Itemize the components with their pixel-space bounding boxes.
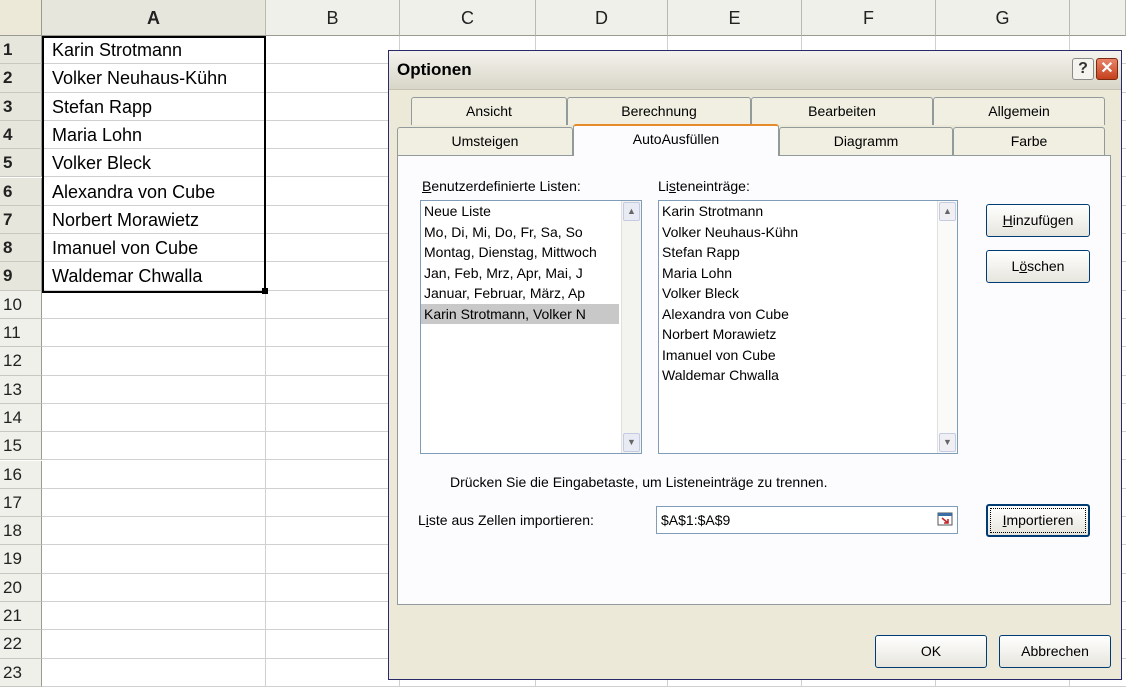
list-entries-label: Listeneinträge: xyxy=(658,178,750,194)
row-header[interactable]: 5 xyxy=(0,149,42,178)
row-header[interactable]: 23 xyxy=(0,658,42,687)
row-header[interactable]: 12 xyxy=(0,347,42,376)
row-header[interactable]: 1 xyxy=(0,36,42,65)
custom-list-item[interactable]: Karin Strotmann, Volker N xyxy=(421,303,619,324)
custom-list-item[interactable]: Januar, Februar, März, Ap xyxy=(421,283,619,304)
row-header[interactable]: 22 xyxy=(0,630,42,659)
import-button[interactable]: Importieren xyxy=(986,504,1090,537)
row-header[interactable]: 21 xyxy=(0,602,42,631)
column-header[interactable]: D xyxy=(536,0,668,36)
row-header[interactable]: 4 xyxy=(0,120,42,150)
list-entry-line: Maria Lohn xyxy=(662,264,733,281)
row-header[interactable]: 19 xyxy=(0,545,42,574)
tab-berechnung[interactable]: Berechnung xyxy=(567,97,751,125)
row-header[interactable]: 17 xyxy=(0,488,42,518)
tab-autoausfuellen[interactable]: AutoAusfüllen xyxy=(573,124,779,156)
list-entry-line: Volker Neuhaus-Kühn xyxy=(662,223,799,240)
autoausfuellen-panel: Benutzerdefinierte Listen: Neue Liste Mo,… xyxy=(397,155,1111,605)
row-header[interactable]: 18 xyxy=(0,517,42,546)
custom-list-item[interactable]: Neue Liste xyxy=(421,201,619,222)
help-button[interactable]: ? xyxy=(1072,58,1094,80)
close-button[interactable]: ✕ xyxy=(1096,58,1118,80)
options-dialog: Optionen ? ✕ Ansicht Berechnung Bearbeit… xyxy=(388,50,1122,680)
column-header[interactable] xyxy=(1070,0,1126,36)
tab-bearbeiten[interactable]: Bearbeiten xyxy=(751,97,933,125)
column-header[interactable]: C xyxy=(400,0,536,36)
row-header[interactable]: 3 xyxy=(0,92,42,121)
fill-handle[interactable] xyxy=(262,287,268,294)
row-header[interactable]: 2 xyxy=(0,64,42,93)
row-header[interactable]: 10 xyxy=(0,290,42,319)
list-entry-line: Volker Bleck xyxy=(662,285,740,301)
delete-button[interactable]: Löschen xyxy=(986,250,1090,283)
row-header[interactable]: 6 xyxy=(0,177,42,206)
custom-lists-label: Benutzerdefinierte Listen: xyxy=(422,178,581,194)
column-header[interactable]: G xyxy=(936,0,1070,36)
custom-lists-listbox[interactable]: Neue Liste Mo, Di, Mi, Do, Fr, Sa, So Mont… xyxy=(420,200,642,454)
ok-button[interactable]: OK xyxy=(875,635,987,668)
row-header[interactable]: 9 xyxy=(0,262,42,291)
list-entry-line: Stefan Rapp xyxy=(662,244,740,260)
list-entries-scrollbar[interactable]: ▲ ▼ xyxy=(937,201,957,453)
cancel-button[interactable]: Abbrechen xyxy=(999,635,1111,668)
tab-farbe[interactable]: Farbe xyxy=(953,127,1105,155)
row-header[interactable]: 16 xyxy=(0,460,42,489)
row-header[interactable]: 15 xyxy=(0,432,42,461)
scroll-down-arrow-icon[interactable]: ▼ xyxy=(623,433,640,452)
row-header[interactable]: 13 xyxy=(0,375,42,404)
list-entry-line: Alexandra von Cube xyxy=(662,305,789,322)
tab-umsteigen[interactable]: Umsteigen xyxy=(397,127,573,155)
dialog-titlebar[interactable]: Optionen ? ✕ xyxy=(389,51,1121,90)
column-header[interactable]: A xyxy=(42,0,266,36)
add-button[interactable]: Hinzufügen xyxy=(986,204,1090,237)
list-entry-line: Norbert Morawietz xyxy=(662,326,777,342)
hint-text: Drücken Sie die Eingabetaste, um Listene… xyxy=(450,474,828,490)
column-header[interactable]: E xyxy=(668,0,802,36)
tab-diagramm[interactable]: Diagramm xyxy=(779,127,953,155)
list-entry-line: Imanuel von Cube xyxy=(662,346,776,363)
import-range-input[interactable]: $A$1:$A$9 xyxy=(656,506,958,534)
range-select-icon[interactable] xyxy=(937,511,953,527)
list-entries-textarea[interactable]: Karin Strotmann Volker Neuhaus-Kühn Stefan… xyxy=(658,200,958,454)
dialog-title: Optionen xyxy=(397,60,472,79)
scroll-up-arrow-icon[interactable]: ▲ xyxy=(623,202,640,221)
column-header[interactable]: B xyxy=(266,0,400,36)
row-header[interactable]: 14 xyxy=(0,403,42,433)
custom-list-item[interactable]: Mo, Di, Mi, Do, Fr, Sa, So xyxy=(421,222,619,243)
row-header[interactable]: 20 xyxy=(0,573,42,602)
tab-allgemein[interactable]: Allgemein xyxy=(933,97,1105,125)
tab-ansicht[interactable]: Ansicht xyxy=(411,97,567,125)
scroll-down-arrow-icon[interactable]: ▼ xyxy=(939,433,956,452)
import-range-value: $A$1:$A$9 xyxy=(661,512,731,528)
list-entry-line: Waldemar Chwalla xyxy=(662,367,779,383)
list-entry-line: Karin Strotmann xyxy=(662,203,764,219)
row-header[interactable]: 8 xyxy=(0,234,42,263)
scroll-up-arrow-icon[interactable]: ▲ xyxy=(939,202,956,221)
custom-list-item[interactable]: Montag, Dienstag, Mittwoch xyxy=(421,242,619,263)
custom-lists-scrollbar[interactable]: ▲ ▼ xyxy=(621,201,641,453)
select-all-corner[interactable] xyxy=(0,0,42,36)
import-label: Liste aus Zellen importieren: xyxy=(418,512,594,528)
column-header[interactable]: F xyxy=(802,0,936,36)
cell-selection-border xyxy=(42,36,266,293)
custom-list-item[interactable]: Jan, Feb, Mrz, Apr, Mai, J xyxy=(421,263,619,284)
row-header[interactable]: 7 xyxy=(0,205,42,235)
row-header[interactable]: 11 xyxy=(0,319,42,348)
